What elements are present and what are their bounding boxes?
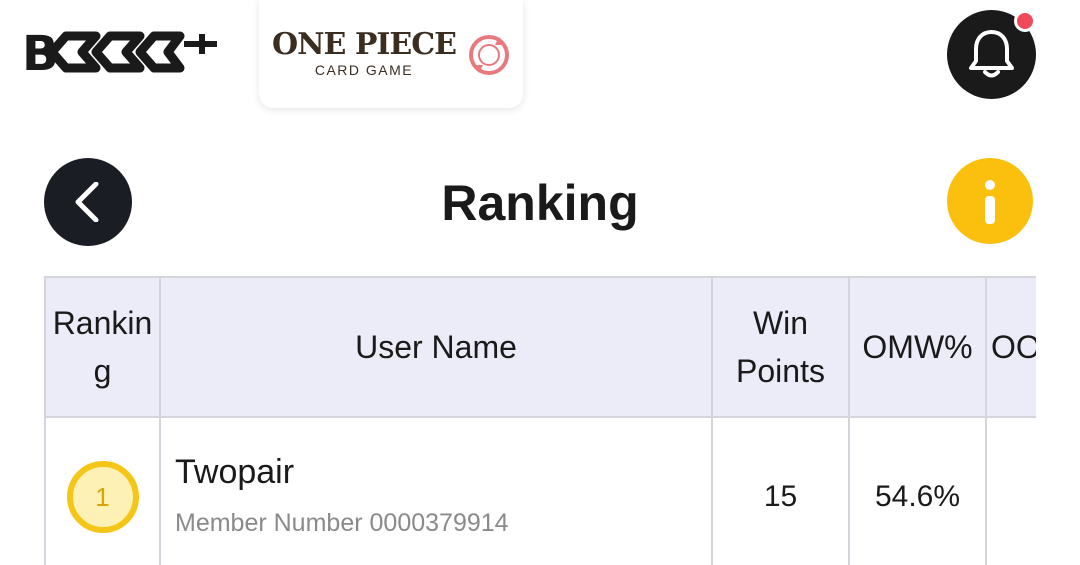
- game-selector[interactable]: ONE PIECE CARD GAME: [259, 0, 523, 108]
- column-header-omw: OMW%: [848, 276, 987, 418]
- game-subtitle: CARD GAME: [314, 62, 414, 78]
- omw-cell: 54.6%: [848, 416, 987, 565]
- info-icon: [985, 180, 995, 190]
- notification-badge: [1014, 10, 1036, 32]
- table-row[interactable]: 1 Twopair Member Number 0000379914 15 54…: [44, 416, 1036, 565]
- column-header-oomw: OOMW%: [985, 276, 1036, 418]
- rank-cell: 1: [44, 416, 161, 565]
- swap-icon: [469, 35, 509, 75]
- user-name: Twopair: [175, 453, 295, 491]
- ranking-table[interactable]: Ranking User Name Win Points OMW% OOMW% …: [44, 276, 1036, 565]
- column-header-win-points: Win Points: [711, 276, 850, 418]
- page-title: Ranking: [441, 175, 639, 231]
- btcg-plus-logo: B: [22, 26, 217, 80]
- column-header-ranking: Ranking: [44, 276, 161, 418]
- oomw-cell: 59: [985, 416, 1036, 565]
- member-number: Member Number 0000379914: [175, 509, 509, 537]
- table-header-row: Ranking User Name Win Points OMW% OOMW%: [44, 276, 1036, 418]
- user-cell[interactable]: Twopair Member Number 0000379914: [159, 416, 713, 565]
- info-button[interactable]: [947, 158, 1033, 244]
- rank-badge: 1: [66, 461, 139, 533]
- bell-icon: [969, 30, 1014, 78]
- game-title: ONE PIECE: [271, 27, 457, 62]
- back-button[interactable]: [44, 158, 132, 246]
- chevron-left-icon: [75, 182, 99, 222]
- column-header-user-name: User Name: [159, 276, 713, 418]
- win-points-cell: 15: [711, 416, 850, 565]
